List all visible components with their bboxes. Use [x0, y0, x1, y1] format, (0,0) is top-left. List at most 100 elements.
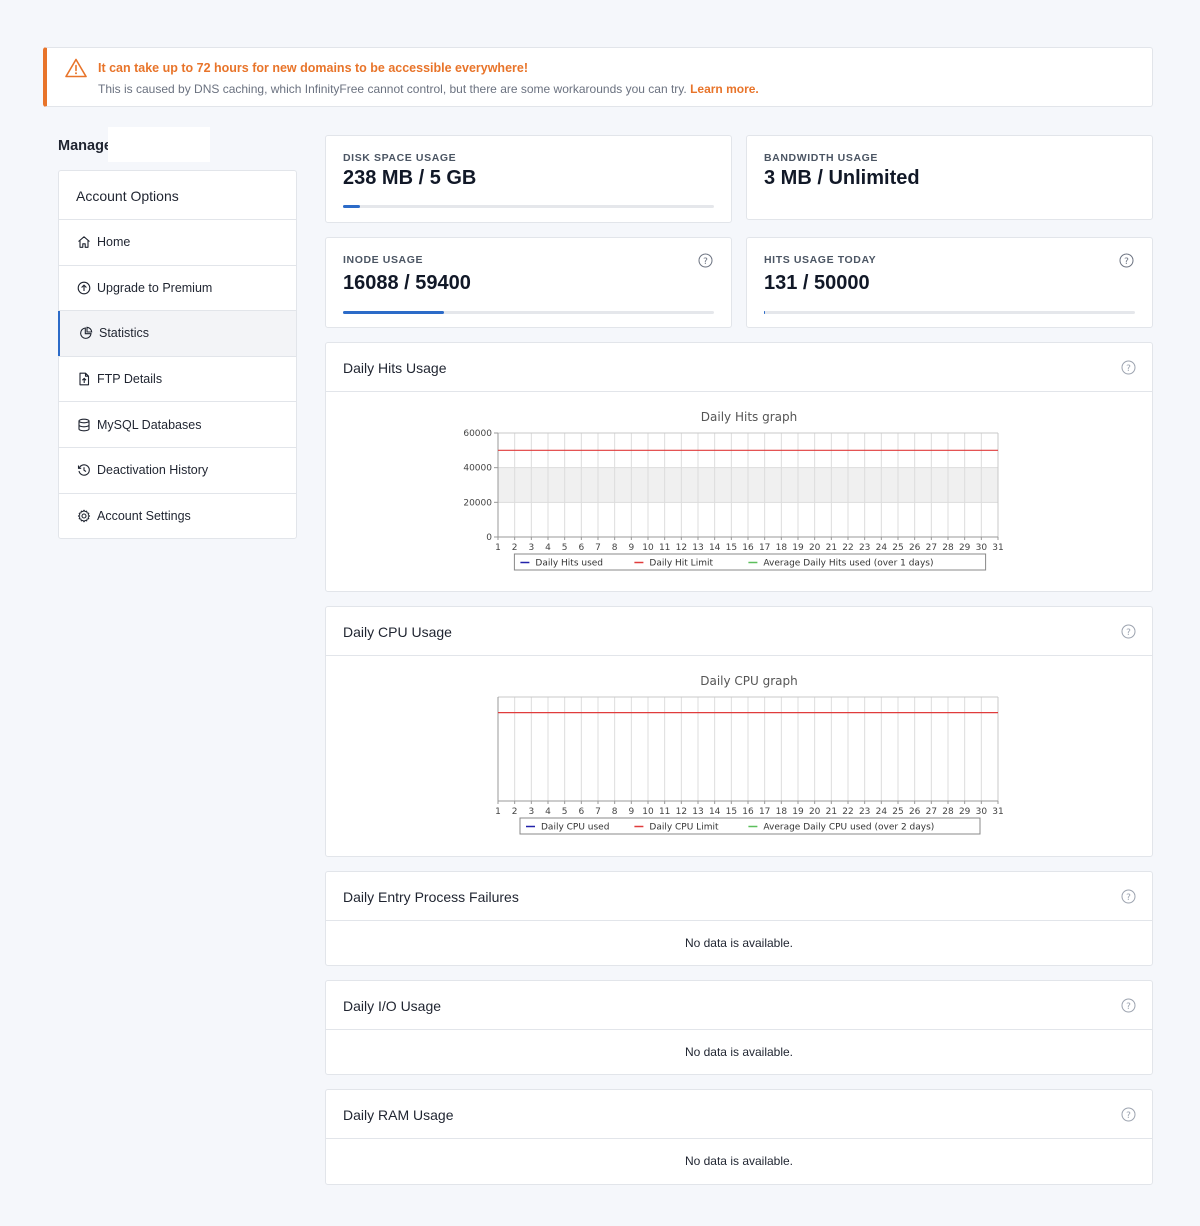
daily-cpu-panel: Daily CPU Usage ? Daily CPU graph 1 2 3 4 5 6 7…	[325, 606, 1153, 857]
dns-alert: It can take up to 72 hours for new domai…	[43, 47, 1153, 107]
entry-process-failures-panel: Daily Entry Process Failures ? No data i…	[325, 871, 1153, 966]
x-tick-label: 3	[528, 807, 534, 817]
ram-usage-panel: Daily RAM Usage ? No data is available.	[325, 1089, 1153, 1185]
x-tick-label: 13	[692, 807, 703, 817]
panel-header: Daily Entry Process Failures ?	[326, 872, 1152, 921]
learn-more-link[interactable]: Learn more.	[690, 82, 759, 96]
x-tick-label: 21	[826, 807, 837, 817]
help-icon[interactable]: ?	[698, 253, 713, 268]
help-icon[interactable]: ?	[1121, 360, 1136, 375]
sidebar-item-account-settings[interactable]: Account Settings	[59, 494, 296, 540]
sidebar-item-home[interactable]: Home	[59, 220, 296, 266]
x-tick-label: 22	[842, 543, 853, 553]
x-tick-label: 9	[628, 807, 634, 817]
hits-usage-progress-fill	[764, 311, 766, 314]
x-tick-label: 17	[759, 543, 770, 553]
help-icon[interactable]: ?	[1121, 1107, 1136, 1122]
legend-label: Average Daily CPU used (over 2 days)	[763, 823, 934, 833]
gear-icon	[77, 509, 91, 523]
x-tick-label: 31	[992, 543, 1003, 553]
x-tick-label: 1	[495, 807, 501, 817]
legend-label: Daily CPU used	[541, 823, 609, 833]
hits-usage-progress	[764, 311, 1135, 314]
svg-text:?: ?	[1126, 1111, 1131, 1121]
inode-usage-progress-fill	[343, 311, 444, 314]
svg-text:?: ?	[1126, 628, 1131, 638]
account-options-menu: Account Options Home Upgrade to Premium …	[58, 170, 297, 539]
x-tick-label: 15	[726, 807, 737, 817]
redacted-account-name	[108, 127, 210, 162]
sidebar-item-label: Upgrade to Premium	[97, 280, 213, 295]
panel-title: Daily CPU Usage	[343, 624, 452, 640]
legend-label: Average Daily Hits used (over 1 days)	[763, 559, 933, 569]
x-tick-label: 12	[676, 543, 687, 553]
x-tick-label: 8	[612, 543, 618, 553]
svg-text:?: ?	[1126, 364, 1131, 374]
panel-header: Daily RAM Usage ?	[326, 1090, 1152, 1139]
x-tick-label: 24	[876, 543, 888, 553]
inode-usage-progress	[343, 311, 714, 314]
file-upload-icon	[77, 372, 91, 386]
disk-usage-progress-fill	[343, 205, 361, 208]
y-tick-label: 60000	[463, 429, 492, 439]
sidebar-item-upgrade[interactable]: Upgrade to Premium	[59, 266, 296, 312]
x-tick-label: 13	[692, 543, 703, 553]
x-tick-label: 27	[926, 807, 937, 817]
x-tick-label: 19	[792, 543, 804, 553]
panel-header: Daily I/O Usage ?	[326, 981, 1152, 1030]
no-data-message: No data is available.	[684, 1045, 794, 1059]
svg-text:?: ?	[1126, 1002, 1131, 1012]
sidebar-item-label: FTP Details	[97, 372, 163, 387]
x-tick-label: 22	[842, 807, 853, 817]
manage-title: Manage	[58, 138, 112, 154]
x-tick-label: 7	[595, 807, 601, 817]
sidebar-item-label: Home	[97, 235, 131, 250]
x-tick-label: 9	[628, 543, 634, 553]
x-tick-label: 2	[512, 807, 518, 817]
x-tick-label: 25	[892, 543, 903, 553]
help-icon[interactable]: ?	[1121, 998, 1136, 1013]
inode-usage-card: INODE USAGE 16088 / 59400 ?	[325, 237, 732, 328]
x-tick-label: 10	[642, 543, 654, 553]
hits-usage-card: HITS USAGE TODAY 131 / 50000 ?	[746, 237, 1153, 328]
pie-chart-icon	[79, 326, 93, 340]
x-tick-label: 28	[942, 807, 954, 817]
panel-header: Daily CPU Usage ?	[326, 607, 1152, 656]
sidebar-item-mysql[interactable]: MySQL Databases	[59, 402, 296, 448]
x-tick-label: 7	[595, 543, 601, 553]
x-tick-label: 8	[612, 807, 618, 817]
inode-usage-value: 16088 / 59400	[343, 272, 471, 294]
y-tick-label: 40000	[463, 464, 492, 474]
help-icon[interactable]: ?	[1121, 889, 1136, 904]
x-tick-label: 5	[562, 807, 568, 817]
alert-title: It can take up to 72 hours for new domai…	[98, 61, 528, 75]
sidebar-item-deactivation-history[interactable]: Deactivation History	[59, 448, 296, 494]
x-tick-label: 21	[826, 543, 837, 553]
x-tick-label: 14	[709, 543, 721, 553]
x-tick-label: 12	[676, 807, 687, 817]
legend-label: Daily CPU Limit	[649, 823, 719, 833]
sidebar-item-label: Statistics	[99, 326, 150, 341]
x-tick-label: 24	[876, 807, 888, 817]
daily-hits-chart: Daily Hits graph02000040000600001 2 3 4 5 6 7 8…	[463, 410, 1004, 571]
sidebar-item-ftp[interactable]: FTP Details	[59, 357, 296, 403]
help-icon[interactable]: ?	[1119, 253, 1134, 268]
x-tick-label: 30	[976, 807, 988, 817]
legend-label: Daily Hits used	[535, 559, 603, 569]
bandwidth-usage-label: BANDWIDTH USAGE	[764, 152, 878, 164]
x-tick-label: 3	[528, 543, 534, 553]
svg-text:?: ?	[1126, 893, 1131, 903]
legend-label: Daily Hit Limit	[649, 559, 713, 569]
alert-message: This is caused by DNS caching, which Inf…	[98, 82, 687, 96]
sidebar-item-label: Deactivation History	[97, 463, 209, 478]
svg-text:?: ?	[1124, 257, 1129, 267]
svg-text:?: ?	[703, 257, 708, 267]
x-tick-label: 1	[495, 543, 501, 553]
sidebar-item-statistics[interactable]: Statistics	[58, 311, 296, 357]
warning-icon	[65, 58, 87, 78]
x-tick-label: 2	[512, 543, 518, 553]
io-usage-panel: Daily I/O Usage ? No data is available.	[325, 980, 1153, 1075]
x-tick-label: 23	[859, 807, 870, 817]
x-tick-label: 14	[709, 807, 721, 817]
help-icon[interactable]: ?	[1121, 624, 1136, 639]
